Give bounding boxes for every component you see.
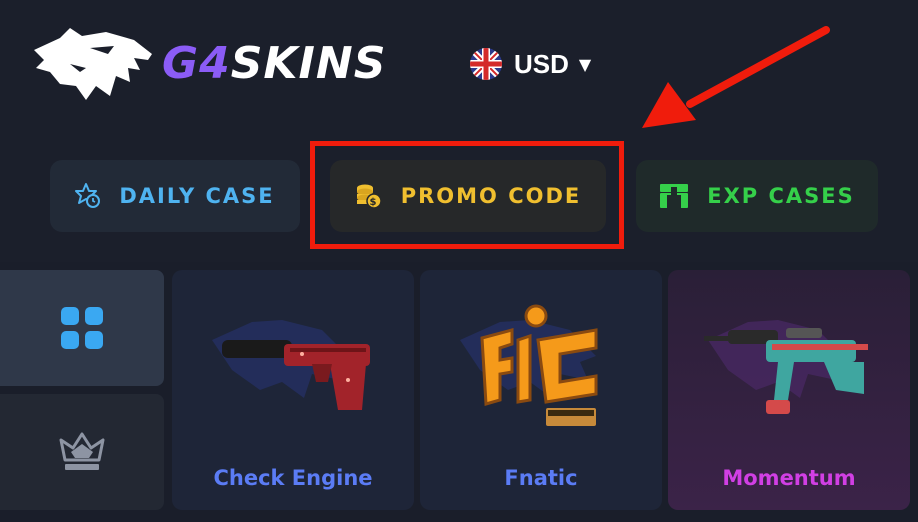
daily-case-label: DAILY CASE	[119, 184, 275, 208]
grid-icon	[61, 307, 103, 349]
daily-case-button[interactable]: DAILY CASE	[50, 160, 300, 232]
case-name: Fnatic	[504, 466, 578, 490]
promo-code-button[interactable]: $ PROMO CODE	[330, 160, 606, 232]
currency-label: USD	[514, 48, 569, 79]
crown-icon	[59, 432, 105, 470]
panther-logo-icon[interactable]	[30, 24, 156, 104]
currency-selector[interactable]: USD ▼	[470, 46, 591, 82]
case-name: Momentum	[722, 466, 856, 490]
case-card-momentum[interactable]: Momentum	[668, 270, 910, 510]
brand-logo[interactable]: G4SKINS	[162, 34, 386, 94]
star-clock-icon	[75, 183, 101, 209]
logo-prefix: G4	[162, 38, 231, 89]
caret-down-icon: ▼	[578, 54, 592, 74]
case-card-fnatic[interactable]: Fnatic	[420, 270, 662, 510]
exp-cases-button[interactable]: EXP CASES	[636, 160, 878, 232]
chest-icon	[659, 183, 689, 209]
logo-suffix: SKINS	[230, 38, 387, 89]
svg-text:$: $	[369, 197, 378, 208]
site-header: G4SKINS USD ▼ DAILY CASE $ PROMO CODE EX…	[0, 0, 918, 262]
promo-code-label: PROMO CODE	[400, 184, 582, 208]
uk-flag-icon	[470, 48, 502, 80]
exp-cases-label: EXP CASES	[707, 184, 855, 208]
sidebar-item-all-cases[interactable]	[0, 270, 164, 386]
coins-icon: $	[355, 183, 383, 209]
case-name: Check Engine	[213, 466, 373, 490]
sidebar-item-premium[interactable]	[0, 394, 164, 510]
rifle-icon	[704, 328, 868, 414]
case-card-check-engine[interactable]: Check Engine	[172, 270, 414, 510]
